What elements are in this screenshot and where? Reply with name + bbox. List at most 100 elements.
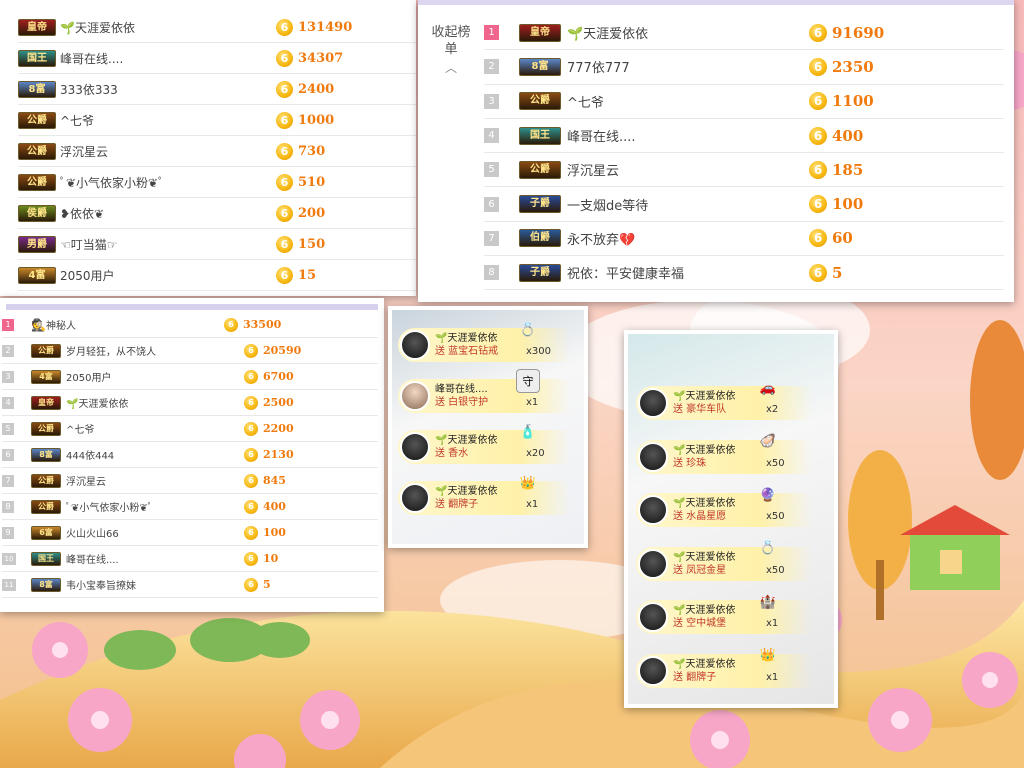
ranking-row[interactable]: 国王 峰哥在线.... 6 34307: [18, 43, 416, 74]
gift-text: 🌱天涯爱依依送 水晶星愿: [673, 497, 745, 523]
ranking-row[interactable]: 4 国王 峰哥在线.... 6 400: [484, 119, 1004, 154]
ranking-row[interactable]: 1 🕵 神秘人 6 33500: [2, 312, 378, 338]
avatar[interactable]: [638, 655, 668, 686]
score-value: 60: [832, 229, 853, 248]
rank-badge: 伯爵: [519, 229, 561, 248]
rank-badge: 皇帝: [18, 18, 56, 36]
gift-quantity: x1: [526, 397, 539, 408]
ranking-row[interactable]: 7 公爵 浮沉星云 6 845: [2, 468, 378, 494]
rank-badge: 公爵: [31, 421, 61, 436]
score-value: 100: [832, 195, 864, 214]
rank-badge: 6富: [31, 525, 61, 540]
username: 2050用户: [60, 268, 115, 283]
ranking-row[interactable]: 2 公爵 岁月轻狂，从不饶人 6 20590: [2, 338, 378, 364]
avatar[interactable]: [638, 388, 668, 418]
rank-number: 1: [2, 318, 14, 331]
avatar[interactable]: [638, 602, 668, 632]
gift-quantity: x50: [766, 511, 785, 522]
score-value: 2350: [832, 57, 874, 76]
ranking-row[interactable]: 4富 2050用户 6 15: [18, 260, 416, 291]
ranking-row[interactable]: 侯爵 ❥依依❦ 6 200: [18, 198, 416, 229]
rank-badge: 国王: [519, 126, 561, 145]
score-value: 200: [298, 205, 326, 221]
username: ❥依依❦: [60, 206, 105, 221]
ranking-row[interactable]: 3 公爵 ^七爷 6 1100: [484, 85, 1004, 119]
rank-number: 11: [2, 578, 16, 591]
rank-badge: 公爵: [18, 142, 56, 160]
avatar[interactable]: [400, 432, 430, 462]
ranking-row[interactable]: 9 6富 火山火山66 6 100: [2, 520, 378, 546]
collapse-ranking-button[interactable]: 收起榜单 ︿: [426, 24, 476, 77]
username: ﾟ❦小气依家小粉❦ﾟ: [66, 503, 153, 514]
coin-icon: 6: [276, 173, 293, 191]
rank-badge: 8富: [519, 57, 561, 76]
coin-icon: 6: [244, 551, 258, 566]
ranking-row[interactable]: 6 子爵 一支烟de等待 6 100: [484, 188, 1004, 222]
rank-badge: 皇帝: [31, 395, 61, 410]
coin-icon: 6: [244, 447, 258, 462]
rank-number: 6: [2, 448, 14, 461]
coin-icon: 6: [809, 229, 827, 248]
score-value: 33500: [243, 318, 282, 331]
sender-name: 🌱天涯爱依依: [435, 435, 498, 446]
score-value: 131490: [298, 19, 353, 35]
sapphire-ring-icon: 💍: [519, 322, 537, 338]
coin-icon: 6: [276, 266, 293, 284]
rank-badge: 公爵: [18, 111, 56, 129]
score-value: 730: [298, 143, 326, 159]
ranking-row[interactable]: 8 公爵 ﾟ❦小气依家小粉❦ﾟ 6 400: [2, 494, 378, 520]
ranking-row[interactable]: 5 公爵 ^七爷 6 2200: [2, 416, 378, 442]
score-value: 1000: [298, 112, 335, 128]
gift-description: 送 豪华车队: [673, 404, 727, 415]
score-value: 2400: [298, 81, 335, 97]
avatar[interactable]: [638, 495, 668, 525]
ranking-row[interactable]: 8富 333依333 6 2400: [18, 74, 416, 105]
ranking-row[interactable]: 皇帝 🌱天涯爱依依 6 131490: [18, 12, 416, 43]
gift-text: 峰哥在线.... 送 白银守护: [435, 383, 507, 409]
ranking-row[interactable]: 5 公爵 浮沉星云 6 185: [484, 153, 1004, 188]
gift-quantity: x2: [766, 404, 779, 415]
score-value: 15: [298, 267, 317, 283]
rank-badge: 8富: [18, 80, 56, 98]
avatar[interactable]: [400, 381, 430, 411]
ranking-row[interactable]: 6 8富 444依444 6 2130: [2, 442, 378, 468]
avatar[interactable]: [638, 548, 668, 579]
score-value: 91690: [832, 23, 885, 42]
username: 祝依：平安健康幸福: [567, 267, 685, 283]
score-value: 2130: [263, 448, 294, 461]
gift-message: 🌱天涯爱依依送 水晶星愿 🔮 x50: [636, 488, 812, 527]
ranking-row[interactable]: 10 国王 峰哥在线.... 6 10: [2, 546, 378, 572]
ranking-row[interactable]: 8 子爵 祝依：平安健康幸福 6 5: [484, 256, 1004, 291]
ranking-row[interactable]: 1 皇帝 🌱天涯爱依依 6 91690: [484, 16, 1004, 51]
ranking-row[interactable]: 公爵 ^七爷 6 1000: [18, 105, 416, 136]
rank-number: 3: [2, 370, 14, 383]
gift-text: 🌱天涯爱依依送 翻牌子: [673, 658, 745, 684]
ranking-row[interactable]: 男爵 ☜叮当猫☞ 6 150: [18, 229, 416, 260]
avatar[interactable]: [638, 441, 668, 472]
gift-quantity: x1: [766, 671, 779, 683]
sender-name: 🌱天涯爱依依: [435, 333, 498, 344]
sender-name: 🌱天涯爱依依: [673, 444, 736, 456]
username: 🌱天涯爱依依: [60, 20, 135, 35]
score-value: 150: [298, 236, 326, 252]
ranking-row[interactable]: 公爵 ﾟ❦小气依家小粉❦ﾟ 6 510: [18, 167, 416, 198]
panel-top-strip: [6, 304, 378, 310]
perfume-icon: 🧴: [519, 424, 537, 440]
ranking-row[interactable]: 11 8富 韦小宝奉旨撩妹 6 5: [2, 572, 378, 598]
gift-description: 送 翻牌子: [673, 671, 717, 683]
avatar[interactable]: [400, 330, 430, 360]
ranking-row[interactable]: 7 伯爵 永不放弃💔 6 60: [484, 222, 1004, 257]
rank-number: 5: [484, 162, 499, 178]
ranking-row[interactable]: 3 4富 2050用户 6 6700: [2, 364, 378, 390]
username: 火山火山66: [66, 529, 119, 540]
coin-icon: 6: [244, 525, 258, 540]
gift-text: 🌱天涯爱依依送 凤冠金星: [673, 551, 745, 577]
ranking-row[interactable]: 公爵 浮沉星云 6 730: [18, 136, 416, 167]
username: 浮沉星云: [66, 477, 106, 488]
gift-text: 🌱天涯爱依依送 珍珠: [673, 444, 745, 470]
avatar[interactable]: [400, 483, 430, 513]
gift-text: 🌱天涯爱依依送 空中城堡: [673, 604, 745, 630]
ranking-row[interactable]: 4 皇帝 🌱天涯爱依依 6 2500: [2, 390, 378, 416]
ranking-row[interactable]: 2 8富 777依777 6 2350: [484, 50, 1004, 85]
score-value: 6700: [263, 370, 294, 383]
